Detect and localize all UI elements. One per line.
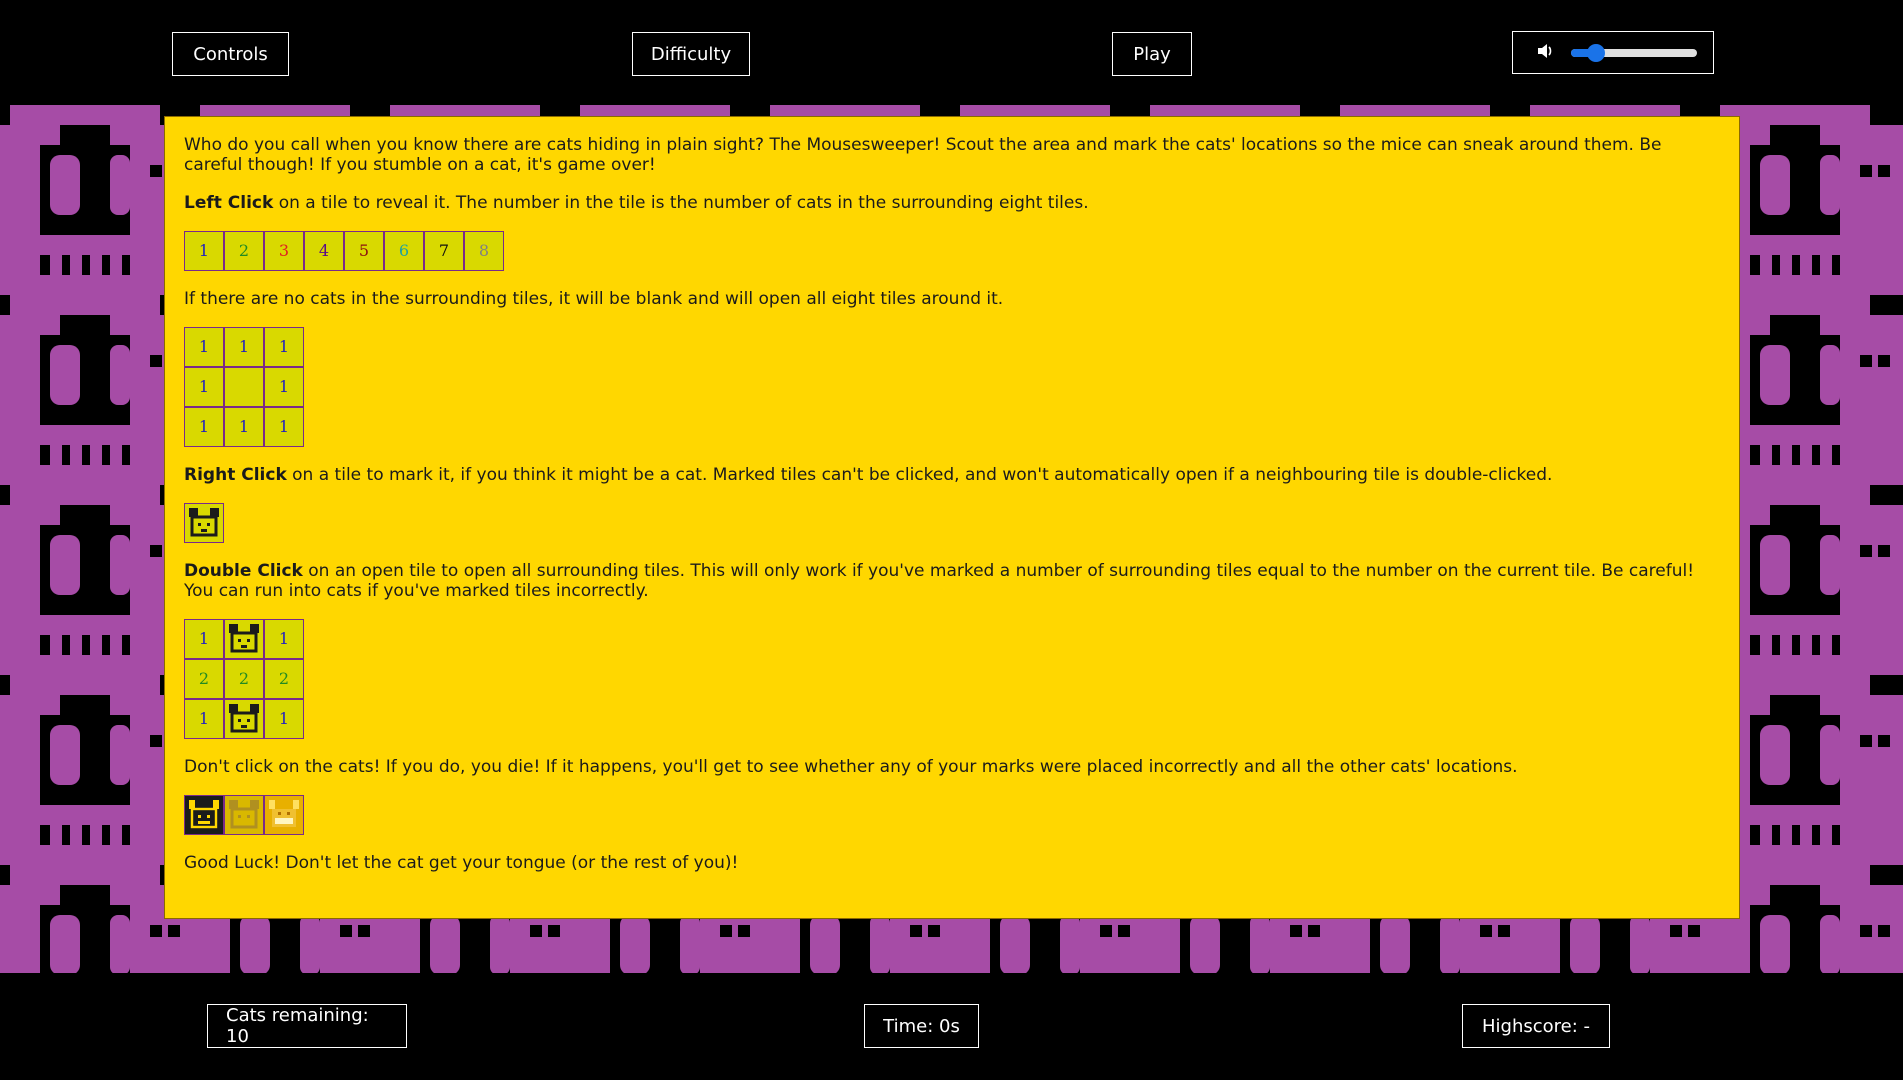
mouse-flag-icon <box>229 704 259 733</box>
number-tile: 1 <box>264 327 304 367</box>
number-tile: 1 <box>224 327 264 367</box>
grinning-cat-icon <box>269 800 299 827</box>
blank-grid-example: 11111111 <box>184 327 304 447</box>
number-tile: 1 <box>264 407 304 447</box>
number-tile: 6 <box>384 231 424 271</box>
number-tile: 1 <box>224 407 264 447</box>
instructions-panel: Who do you call when you know there are … <box>164 116 1740 919</box>
right-click-label: Right Click <box>184 465 287 485</box>
number-tile: 3 <box>264 231 304 271</box>
cat-revealed-tile <box>184 795 224 835</box>
number-tile: 1 <box>184 407 224 447</box>
left-click-label: Left Click <box>184 193 274 213</box>
number-tile: 8 <box>464 231 504 271</box>
volume-control <box>1512 31 1714 74</box>
marked-mouse-tile <box>224 619 264 659</box>
number-tile: 2 <box>224 659 264 699</box>
top-toolbar: Controls Difficulty Play <box>0 0 1903 105</box>
number-tile: 1 <box>184 619 224 659</box>
cat-icon <box>189 800 219 829</box>
right-click-instruction: Right Click on a tile to mark it, if you… <box>184 465 1720 485</box>
wrong-mark-tile <box>224 795 264 835</box>
right-click-text: on a tile to mark it, if you think it mi… <box>286 465 1553 485</box>
number-tile: 1 <box>184 367 224 407</box>
intro-text: Who do you call when you know there are … <box>184 135 1662 175</box>
number-tile: 2 <box>264 659 304 699</box>
timer: Time: 0s <box>864 1004 979 1048</box>
crossed-mouse-icon <box>229 800 259 829</box>
marked-tile-example <box>184 503 1720 543</box>
double-click-grid-example: 1122211 <box>184 619 304 739</box>
number-tile: 1 <box>264 699 304 739</box>
game-over-tiles-example <box>184 795 1720 835</box>
outro-text: Good Luck! Don't let the cat get your to… <box>184 853 739 873</box>
blank-tile <box>224 367 264 407</box>
dead-instruction: Don't click on the cats! If you do, you … <box>184 757 1518 777</box>
number-tile: 5 <box>344 231 384 271</box>
double-click-text: on an open tile to open all surrounding … <box>184 561 1695 601</box>
left-click-instruction: Left Click on a tile to reveal it. The n… <box>184 193 1720 213</box>
number-tile: 1 <box>264 619 304 659</box>
number-tile: 1 <box>264 367 304 407</box>
volume-slider-knob[interactable] <box>1587 43 1606 62</box>
marked-mouse-tile <box>184 503 224 543</box>
difficulty-button[interactable]: Difficulty <box>632 32 750 76</box>
left-click-text: on a tile to reveal it. The number in th… <box>273 193 1089 213</box>
highscore-display: Highscore: - <box>1462 1004 1610 1048</box>
marked-mouse-tile <box>224 699 264 739</box>
hidden-cat-tile <box>264 795 304 835</box>
speaker-icon[interactable] <box>1537 43 1553 63</box>
controls-button[interactable]: Controls <box>172 32 289 76</box>
cats-remaining-counter: Cats remaining: 10 <box>207 1004 407 1048</box>
number-tile: 7 <box>424 231 464 271</box>
double-click-label: Double Click <box>184 561 303 581</box>
number-tile: 4 <box>304 231 344 271</box>
number-tile: 2 <box>184 659 224 699</box>
blank-instruction: If there are no cats in the surrounding … <box>184 289 1004 309</box>
number-tile: 1 <box>184 231 224 271</box>
number-tile: 1 <box>184 699 224 739</box>
mouse-flag-icon <box>229 624 259 653</box>
play-button[interactable]: Play <box>1112 32 1192 76</box>
volume-slider[interactable] <box>1571 43 1697 62</box>
mouse-flag-icon <box>189 508 219 537</box>
number-tile: 1 <box>184 327 224 367</box>
number-tile: 2 <box>224 231 264 271</box>
number-tiles-example: 12345678 <box>184 231 1720 271</box>
double-click-instruction: Double Click on an open tile to open all… <box>184 561 1720 601</box>
